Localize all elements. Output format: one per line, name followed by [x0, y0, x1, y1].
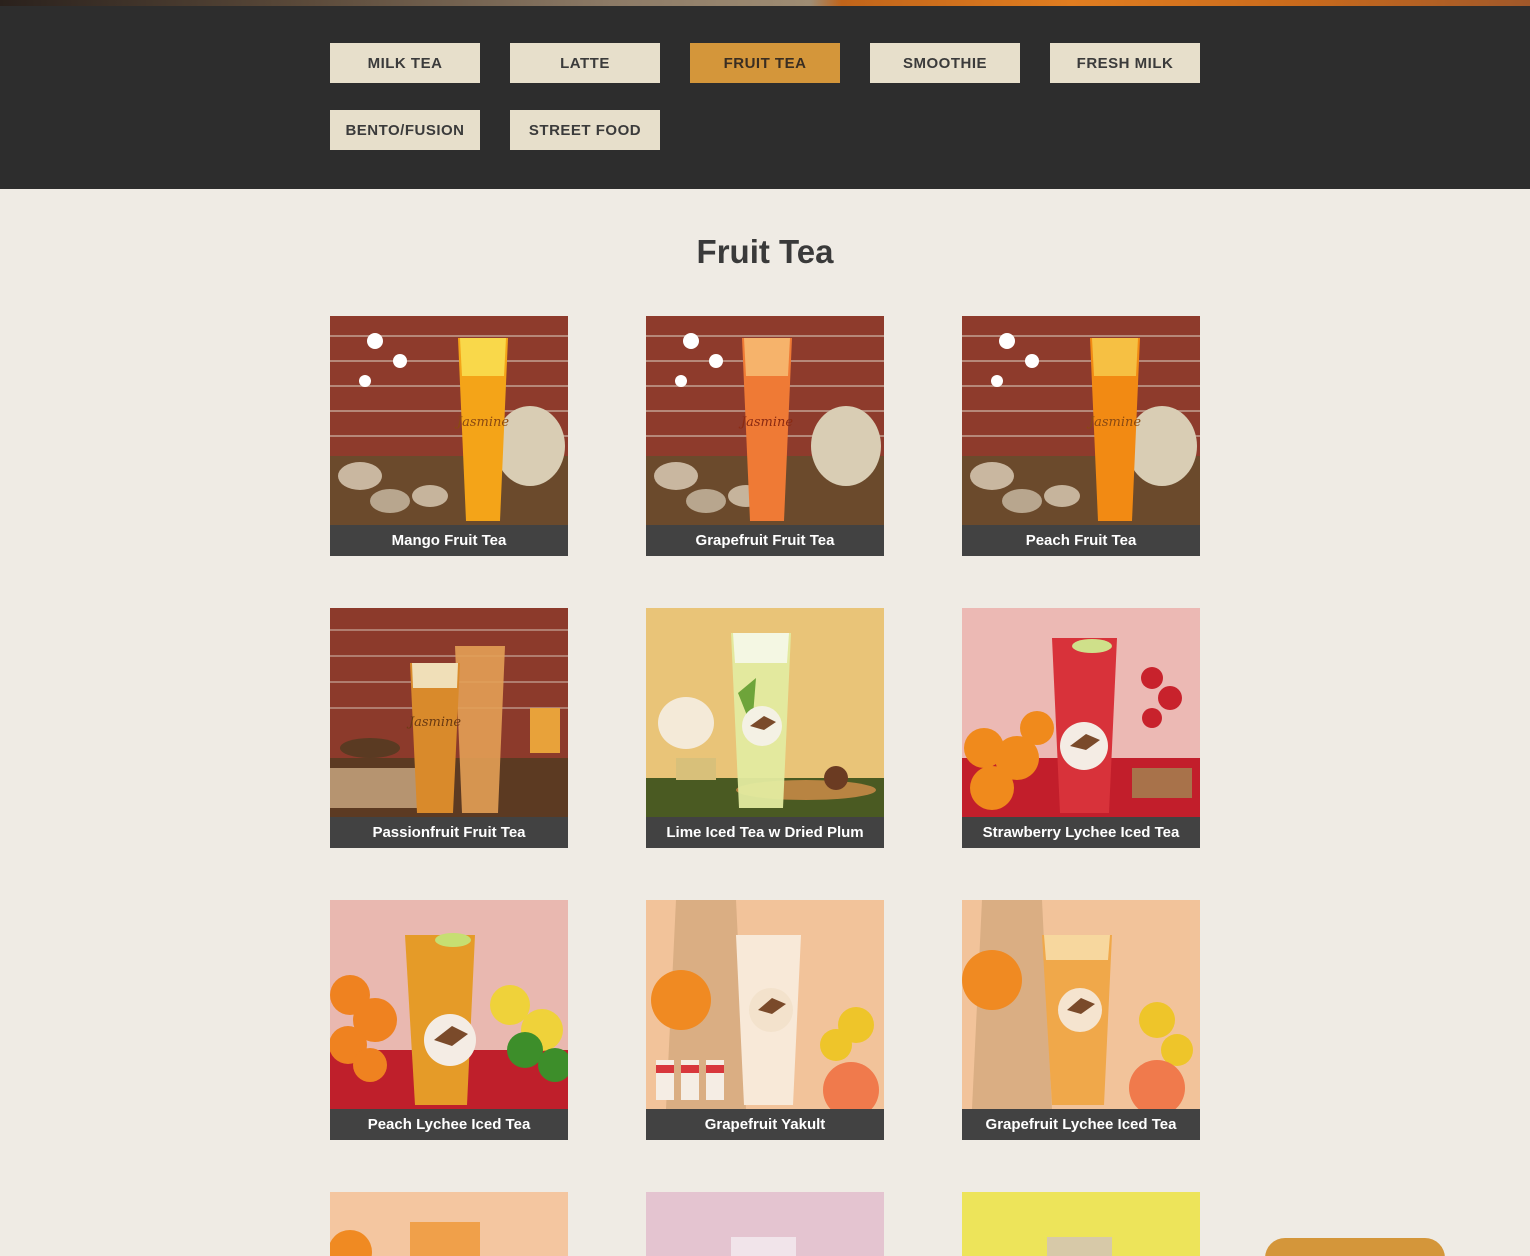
product-card-passionfruit-fruit-tea[interactable]: Jasmine Passionfruit Fruit Tea [330, 608, 568, 848]
svg-text:Jasmine: Jasmine [454, 415, 509, 430]
svg-text:Jasmine: Jasmine [406, 715, 461, 730]
product-photo [646, 900, 884, 1109]
product-card-grapefruit-fruit-tea[interactable]: Jasmine Grapefruit Fruit Tea [646, 316, 884, 556]
product-photo [646, 608, 884, 817]
product-card-grapefruit-yakult[interactable]: Grapefruit Yakult [646, 900, 884, 1140]
category-smoothie-button[interactable]: SMOOTHIE [870, 43, 1020, 83]
product-card-partial[interactable] [646, 1192, 884, 1256]
product-photo [962, 900, 1200, 1109]
product-name: Mango Fruit Tea [330, 525, 568, 556]
category-fresh-milk-button[interactable]: FRESH MILK [1050, 43, 1200, 83]
category-bento-fusion-button[interactable]: BENTO/FUSION [330, 110, 480, 150]
svg-text:Jasmine: Jasmine [738, 415, 793, 430]
product-card-grapefruit-lychee-iced-tea[interactable]: Grapefruit Lychee Iced Tea [962, 900, 1200, 1140]
product-name: Grapefruit Fruit Tea [646, 525, 884, 556]
category-fruit-tea-button[interactable]: FRUIT TEA [690, 43, 840, 83]
product-photo: Jasmine [646, 316, 884, 525]
product-photo: Jasmine [962, 316, 1200, 525]
product-card-mango-fruit-tea[interactable]: Jasmine Mango Fruit Tea [330, 316, 568, 556]
floating-action-button[interactable] [1265, 1238, 1445, 1256]
product-card-partial[interactable] [330, 1192, 568, 1256]
product-photo [962, 608, 1200, 817]
product-card-lime-iced-tea-w-dried-plum[interactable]: Lime Iced Tea w Dried Plum [646, 608, 884, 848]
category-latte-button[interactable]: LATTE [510, 43, 660, 83]
product-name: Lime Iced Tea w Dried Plum [646, 817, 884, 848]
product-photo: Jasmine [330, 316, 568, 525]
category-street-food-button[interactable]: STREET FOOD [510, 110, 660, 150]
product-name: Grapefruit Yakult [646, 1109, 884, 1140]
product-name: Peach Lychee Iced Tea [330, 1109, 568, 1140]
product-card-peach-fruit-tea[interactable]: Jasmine Peach Fruit Tea [962, 316, 1200, 556]
product-card-partial[interactable] [962, 1192, 1200, 1256]
product-name: Grapefruit Lychee Iced Tea [962, 1109, 1200, 1140]
product-photo [330, 900, 568, 1109]
product-card-peach-lychee-iced-tea[interactable]: Peach Lychee Iced Tea [330, 900, 568, 1140]
product-name: Peach Fruit Tea [962, 525, 1200, 556]
product-card-strawberry-lychee-iced-tea[interactable]: Strawberry Lychee Iced Tea [962, 608, 1200, 848]
category-bar [0, 6, 1530, 189]
section-title: Fruit Tea [696, 233, 834, 270]
product-photo: Jasmine [330, 608, 568, 817]
product-name: Strawberry Lychee Iced Tea [962, 817, 1200, 848]
product-name: Passionfruit Fruit Tea [330, 817, 568, 848]
category-milk-tea-button[interactable]: MILK TEA [330, 43, 480, 83]
svg-text:Jasmine: Jasmine [1086, 415, 1141, 430]
